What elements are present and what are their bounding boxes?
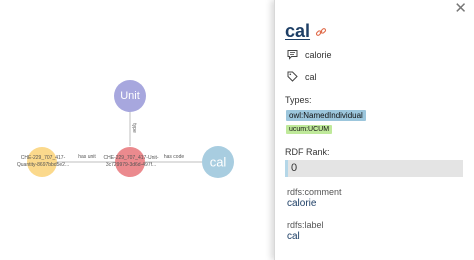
detail-panel: ✕ cal calorie cal Types: owl:NamedIndivi…: [274, 0, 474, 260]
close-icon[interactable]: ✕: [454, 1, 467, 16]
type-tag-named-individual[interactable]: owl:NamedIndividual: [286, 110, 366, 121]
graph-svg: [27, 80, 234, 178]
types-heading: Types:: [285, 95, 312, 105]
link-icon[interactable]: [315, 26, 327, 38]
node-unit-instance[interactable]: [115, 147, 145, 177]
type-tag-ucum[interactable]: ucum:UCUM: [286, 125, 333, 134]
prop-value-label: cal: [287, 231, 300, 242]
prop-key-label: rdfs:label: [287, 220, 324, 230]
prop-key-comment: rdfs:comment: [287, 187, 342, 197]
graph-canvas[interactable]: type has unit has code Unit CHE-229_707_…: [0, 0, 274, 260]
tag-icon: [287, 71, 298, 82]
title-row: cal: [285, 21, 327, 42]
node-cal[interactable]: [202, 146, 234, 178]
comment-text: calorie: [305, 49, 332, 60]
prop-value-comment: calorie: [287, 198, 317, 209]
node-quantity[interactable]: [27, 147, 57, 177]
entity-title[interactable]: cal: [285, 21, 310, 42]
comment-icon: [287, 50, 298, 60]
label-text: cal: [305, 71, 317, 82]
rdf-rank-value: 0: [285, 160, 463, 177]
label-row: cal: [287, 71, 317, 82]
node-unit[interactable]: [114, 80, 146, 112]
rdf-rank-heading: RDF Rank:: [285, 147, 330, 157]
comment-row: calorie: [287, 49, 332, 60]
